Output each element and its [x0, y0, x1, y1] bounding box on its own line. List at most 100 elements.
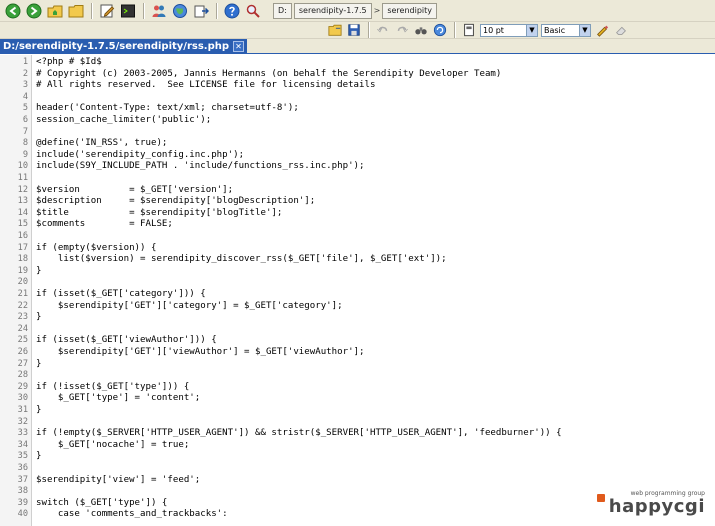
logo-name: happycgi	[608, 496, 705, 517]
path-arrow: >	[373, 6, 381, 15]
code-line[interactable]: 22 $serendipity['GET']['category'] = $_G…	[18, 300, 715, 313]
code-line[interactable]: 13 $description = $serendipity['blogDescr…	[18, 196, 715, 208]
code-line[interactable]: 28	[18, 370, 715, 382]
redo-button[interactable]	[394, 22, 410, 38]
code-line[interactable]: 31}	[18, 405, 715, 417]
line-number: 18	[17, 254, 28, 265]
help-button[interactable]	[223, 2, 241, 20]
code-text: if (isset($_GET['category'])) {	[36, 289, 206, 299]
code-line[interactable]: 30 $_GET['type'] = 'content';	[18, 393, 715, 405]
code-line[interactable]: 1 <?php # $Id$	[23, 57, 715, 69]
code-line[interactable]: 33 if (!empty($_SERVER['HTTP_USER_AGENT']…	[18, 428, 715, 440]
code-editor[interactable]: 1 <?php # $Id$ 2 # Copyright (c) 2003-2005,…	[0, 55, 715, 526]
file-tab[interactable]: D:/serendipity-1.7.5/serendipity/rss.php…	[0, 39, 248, 54]
globe-button[interactable]	[171, 2, 189, 20]
code-line[interactable]: 17 if (empty($version)) {	[18, 242, 715, 255]
line-number: 19	[17, 265, 28, 276]
line-number: 13	[17, 196, 28, 207]
open-file-button[interactable]	[327, 22, 343, 38]
code-line[interactable]: 19}	[18, 265, 715, 278]
chevron-down-icon: ▼	[526, 24, 537, 36]
code-line[interactable]: 4	[23, 92, 715, 104]
close-icon[interactable]: ✕	[233, 41, 245, 52]
code-line[interactable]: 16	[18, 231, 715, 243]
toolbar-separator	[143, 2, 144, 19]
code-line[interactable]: 10 include(S9Y_INCLUDE_PATH . 'include/fu…	[18, 161, 715, 173]
code-line[interactable]: 3 # All rights reserved. See LICENSE file…	[23, 80, 715, 92]
code-line[interactable]: 18 list($version) = serendipity_discover…	[18, 254, 715, 266]
home-folder-button[interactable]	[46, 2, 64, 20]
edit-button[interactable]	[98, 2, 116, 20]
line-number: 27	[17, 358, 28, 369]
code-line[interactable]: 2 # Copyright (c) 2003-2005, Jannis Herma…	[23, 69, 715, 81]
path-drive[interactable]: D:	[273, 2, 292, 19]
users-button[interactable]	[150, 2, 168, 20]
line-number: 32	[17, 416, 28, 427]
style-select[interactable]: Basic ▼	[541, 23, 591, 37]
forward-button[interactable]	[25, 2, 43, 20]
line-number: 29	[17, 381, 28, 392]
path-segment-root[interactable]: serendipity-1.7.5	[293, 2, 372, 19]
code-line[interactable]: 5 header('Content-Type: text/xml; charset…	[23, 103, 715, 115]
code-line[interactable]: 6 session_cache_limiter('public');	[23, 115, 715, 127]
code-line[interactable]: 23}	[18, 312, 715, 324]
line-number: 15	[17, 219, 28, 230]
code-line[interactable]: 12 $version = $_GET['version'];	[18, 185, 715, 197]
code-text: $serendipity['GET']['category'] = $_GET[…	[36, 300, 343, 311]
watermark-logo: web programming group happycgi	[597, 490, 705, 520]
code-text: $comments = FALSE;	[36, 219, 173, 230]
toolbar-separator	[368, 22, 369, 38]
code-line[interactable]: 35}	[18, 451, 715, 463]
line-number: 14	[17, 207, 28, 218]
code-line[interactable]: 32	[18, 417, 715, 429]
code-line[interactable]: 27}	[18, 359, 715, 371]
code-area[interactable]: 1 <?php # $Id$ 2 # Copyright (c) 2003-2005,…	[18, 55, 715, 526]
logo-mark-icon	[597, 494, 605, 502]
search-button[interactable]	[244, 2, 262, 20]
page-icon	[464, 23, 474, 37]
font-size-select[interactable]: 10 pt ▼	[480, 23, 538, 37]
code-line[interactable]: 20	[18, 277, 715, 289]
eraser-icon	[616, 26, 626, 35]
save-button[interactable]	[346, 22, 362, 38]
code-text: $serendipity['view'] = 'feed';	[36, 474, 201, 485]
code-line[interactable]: 36	[18, 463, 715, 475]
code-line[interactable]: 34 $_GET['nocache'] = true;	[18, 440, 715, 452]
toolbar-separator	[454, 22, 455, 38]
code-line[interactable]: 14 $title = $serendipity['blogTitle'];	[18, 208, 715, 220]
line-number: 24	[17, 323, 28, 334]
search-icon	[246, 4, 260, 18]
code-line[interactable]: 9 include('serendipity_config.inc.php');	[23, 150, 715, 162]
code-line[interactable]: 25 if (isset($_GET['viewAuthor'])) {	[18, 335, 715, 347]
path-segment-current[interactable]: serendipity	[382, 2, 438, 19]
clear-button[interactable]	[613, 22, 629, 38]
undo-button[interactable]	[375, 22, 391, 38]
find-button[interactable]	[413, 22, 429, 38]
code-line[interactable]: 7	[23, 127, 715, 139]
replace-button[interactable]	[432, 22, 448, 38]
code-line[interactable]: 15 $comments = FALSE;	[18, 219, 715, 231]
save-icon	[348, 24, 360, 36]
code-line[interactable]: 21 if (isset($_GET['category'])) {	[18, 289, 715, 301]
code-line[interactable]: 26 $serendipity['GET']['viewAuthor'] = $…	[18, 347, 715, 359]
line-number: 17	[17, 242, 28, 253]
code-line[interactable]: 24	[18, 324, 715, 336]
code-text: if (empty($version)) {	[36, 242, 157, 253]
code-line[interactable]: 29 if (!isset($_GET['type'])) {	[18, 382, 715, 394]
code-line[interactable]: 11	[18, 173, 715, 185]
code-text: }	[36, 265, 42, 276]
terminal-button[interactable]	[119, 2, 137, 20]
pencil-icon	[597, 25, 609, 37]
highlight-button[interactable]	[594, 22, 610, 38]
open-folder-button[interactable]	[67, 2, 85, 20]
line-number: 30	[17, 393, 28, 404]
line-number: 21	[17, 289, 28, 299]
code-line[interactable]: 8 @define('IN_RSS', true);	[23, 138, 715, 150]
export-button[interactable]	[192, 2, 210, 20]
line-number: 2	[22, 68, 28, 79]
code-line[interactable]: 37 $serendipity['view'] = 'feed';	[18, 474, 715, 487]
line-number: 1	[22, 57, 28, 67]
page-setup-button[interactable]	[461, 22, 477, 38]
back-button[interactable]	[4, 2, 22, 20]
folder-home-icon	[47, 5, 63, 17]
